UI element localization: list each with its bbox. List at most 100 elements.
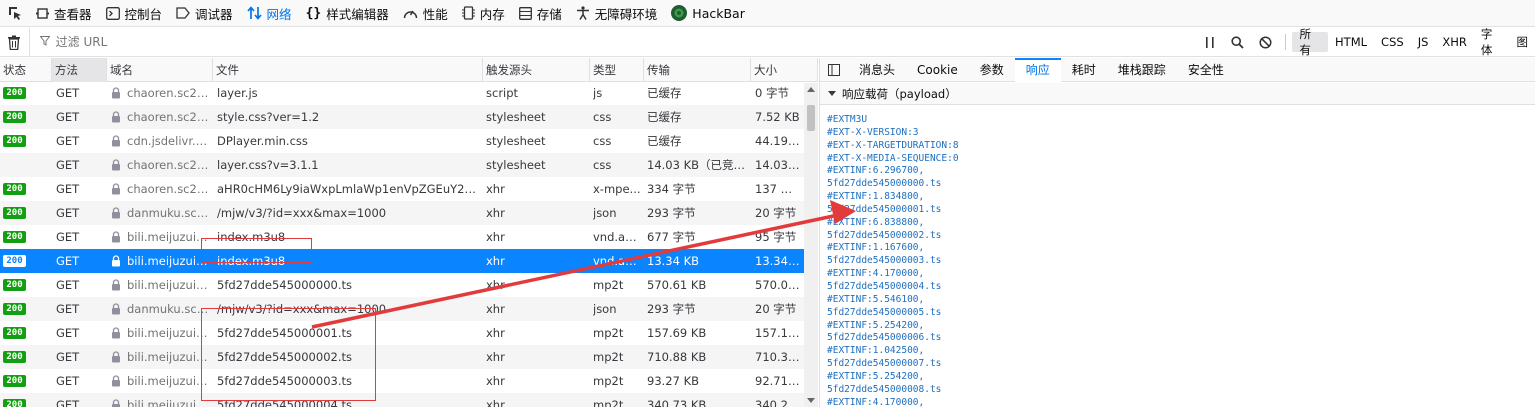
- payload-line: 5fd27dde545000004.ts: [827, 280, 942, 292]
- payload-line: #EXTINF:4.170000,: [827, 396, 925, 407]
- table-row[interactable]: 200 GET bili.meijuzuida... index.m3u8 xhr vnd…: [0, 225, 804, 249]
- table-row[interactable]: 200 GET danmuku.sc2y... /mjw/v3/?id=xxx&max…: [0, 201, 804, 225]
- filter-url-input[interactable]: [55, 35, 456, 49]
- tab-label: 性能: [422, 6, 448, 22]
- cell-type: mp2t: [593, 350, 624, 364]
- cell-method: GET: [56, 398, 80, 407]
- cell-size: 340.20 ...: [755, 398, 803, 407]
- cell-cause: xhr: [486, 326, 505, 340]
- scroll-down-icon[interactable]: [807, 398, 815, 403]
- table-row[interactable]: 200 GET bili.meijuzuida... 5fd27dde54500000…: [0, 273, 804, 297]
- element-picker-icon[interactable]: [0, 0, 30, 27]
- payload-line: #EXTM3U: [827, 114, 868, 125]
- cell-type: css: [593, 110, 612, 124]
- table-row[interactable]: 200 GET bili.meijuzuida... 5fd27dde54500000…: [0, 369, 804, 393]
- table-row[interactable]: 200 GET chaoren.sc2yu... layer.js script js 已缓…: [0, 83, 804, 105]
- search-icon[interactable]: [1224, 28, 1252, 57]
- header-size[interactable]: 大小: [751, 58, 818, 82]
- cell-transferred: 293 字节: [647, 302, 696, 316]
- header-status[interactable]: 状态: [0, 58, 52, 82]
- header-transferred[interactable]: 传输: [644, 58, 751, 82]
- status-badge: 200: [3, 111, 26, 123]
- tab-style-editor[interactable]: {} 样式编辑器: [300, 0, 397, 27]
- cell-size: 13.34 KB: [755, 254, 803, 268]
- filter-url-field[interactable]: [30, 28, 1197, 57]
- tab-performance[interactable]: 性能: [397, 0, 456, 27]
- lock-icon: [111, 111, 121, 123]
- block-icon[interactable]: [1252, 28, 1280, 57]
- filter-type-button[interactable]: JS: [1411, 32, 1436, 52]
- table-row[interactable]: 200 GET danmuku.sc2y... /mjw/v3/?id=xxx&max…: [0, 297, 804, 321]
- filter-type-button[interactable]: 所有: [1292, 27, 1329, 57]
- payload-label: 响应载荷（payload）: [842, 86, 957, 101]
- payload-line: 5fd27dde545000005.ts: [827, 306, 942, 318]
- hackbar-icon: [671, 5, 688, 21]
- table-row[interactable]: 200 GET chaoren.sc2yu... style.css?ver=1.2 s…: [0, 105, 804, 129]
- tab-label: 内存: [479, 6, 505, 22]
- table-row[interactable]: 200 GET chaoren.sc2yu... aHR0cHM6Ly9iaWxpLm…: [0, 177, 804, 201]
- table-scrollbar[interactable]: [804, 83, 818, 407]
- header-cause[interactable]: 触发源头: [483, 58, 590, 82]
- payload-line: #EXTINF:1.834800,: [827, 191, 925, 203]
- cell-method: GET: [56, 230, 80, 244]
- tab-network[interactable]: 网络: [241, 0, 300, 27]
- tab-console[interactable]: 控制台: [100, 0, 171, 27]
- tab-accessibility[interactable]: 无障碍环境: [570, 0, 666, 27]
- cell-domain: chaoren.sc2yu...: [127, 158, 211, 172]
- filter-type-button[interactable]: 字体: [1474, 27, 1510, 57]
- cell-domain: bili.meijuzuida...: [127, 254, 211, 268]
- status-badge: 200: [3, 279, 26, 291]
- table-row[interactable]: 200 GET bili.meijuzuida... 5fd27dde54500000…: [0, 393, 804, 407]
- tab-memory[interactable]: 内存: [456, 0, 513, 27]
- table-row[interactable]: 200 GET bili.meijuzuida... 5fd27dde54500000…: [0, 321, 804, 345]
- details-tab[interactable]: 安全性: [1177, 58, 1235, 82]
- cell-domain: cdn.jsdelivr.net: [127, 134, 211, 148]
- cell-domain: chaoren.sc2yu...: [127, 182, 211, 196]
- payload-section-header[interactable]: 响应载荷（payload）: [820, 83, 1535, 105]
- status-badge: 200: [3, 399, 26, 407]
- scrollbar-thumb[interactable]: [807, 105, 815, 131]
- cell-method: GET: [56, 182, 80, 196]
- tab-inspector[interactable]: 查看器: [30, 0, 100, 27]
- header-file[interactable]: 文件: [213, 58, 483, 82]
- header-domain[interactable]: 域名: [107, 58, 213, 82]
- details-tab[interactable]: 堆栈跟踪: [1107, 58, 1177, 82]
- cell-file: /mjw/v3/?id=xxx&max=1000: [217, 302, 387, 316]
- header-method[interactable]: 方法: [52, 58, 107, 82]
- toolbar-tabs: 查看器 控制台 调试器 网络 {} 样式编辑器 性能 内存 存储 无障碍环境 HackBar: [30, 0, 753, 27]
- cell-file: /mjw/v3/?id=xxx&max=1000: [217, 206, 387, 220]
- status-badge: 200: [3, 135, 26, 147]
- cell-type: json: [593, 206, 617, 220]
- cell-size: 20 字节: [755, 302, 797, 316]
- lock-icon: [111, 303, 121, 315]
- filter-type-button[interactable]: 图: [1509, 32, 1535, 52]
- table-row[interactable]: 200 GET bili.meijuzuida... 5fd27dde54500000…: [0, 345, 804, 369]
- cell-method: GET: [56, 110, 80, 124]
- header-type[interactable]: 类型: [590, 58, 644, 82]
- table-row[interactable]: 200 GET cdn.jsdelivr.net DPlayer.min.css sty…: [0, 129, 804, 153]
- payload-line: #EXT-X-MEDIA-SEQUENCE:0: [827, 152, 959, 164]
- tab-debugger[interactable]: 调试器: [170, 0, 241, 27]
- cell-type: vnd.ap...: [593, 254, 641, 268]
- scroll-up-icon[interactable]: [807, 87, 815, 92]
- collapse-triangle-icon[interactable]: [828, 91, 836, 96]
- lock-icon: [111, 183, 121, 195]
- toggle-sidebar-icon[interactable]: [820, 58, 848, 82]
- filter-type-button[interactable]: XHR: [1435, 32, 1474, 52]
- details-tab[interactable]: 响应: [1014, 57, 1061, 82]
- pause-icon[interactable]: [1196, 28, 1224, 57]
- tab-hackbar[interactable]: HackBar: [665, 0, 753, 27]
- tab-label: 样式编辑器: [326, 6, 389, 22]
- tab-storage[interactable]: 存储: [513, 0, 570, 27]
- clear-trash-icon[interactable]: [0, 27, 30, 57]
- filter-type-button[interactable]: HTML: [1328, 32, 1374, 52]
- details-tab[interactable]: 参数: [969, 58, 1015, 82]
- details-tab[interactable]: Cookie: [906, 58, 969, 82]
- memory-icon: [461, 6, 475, 20]
- details-tab[interactable]: 耗时: [1061, 58, 1107, 82]
- debugger-icon: [176, 7, 190, 19]
- table-row[interactable]: GET chaoren.sc2yu... layer.css?v=3.1.1 styl…: [0, 153, 804, 177]
- details-tab[interactable]: 消息头: [848, 58, 906, 82]
- filter-type-button[interactable]: CSS: [1374, 32, 1411, 52]
- table-row[interactable]: 200 GET bili.meijuzuida... index.m3u8 xhr vnd…: [0, 249, 804, 273]
